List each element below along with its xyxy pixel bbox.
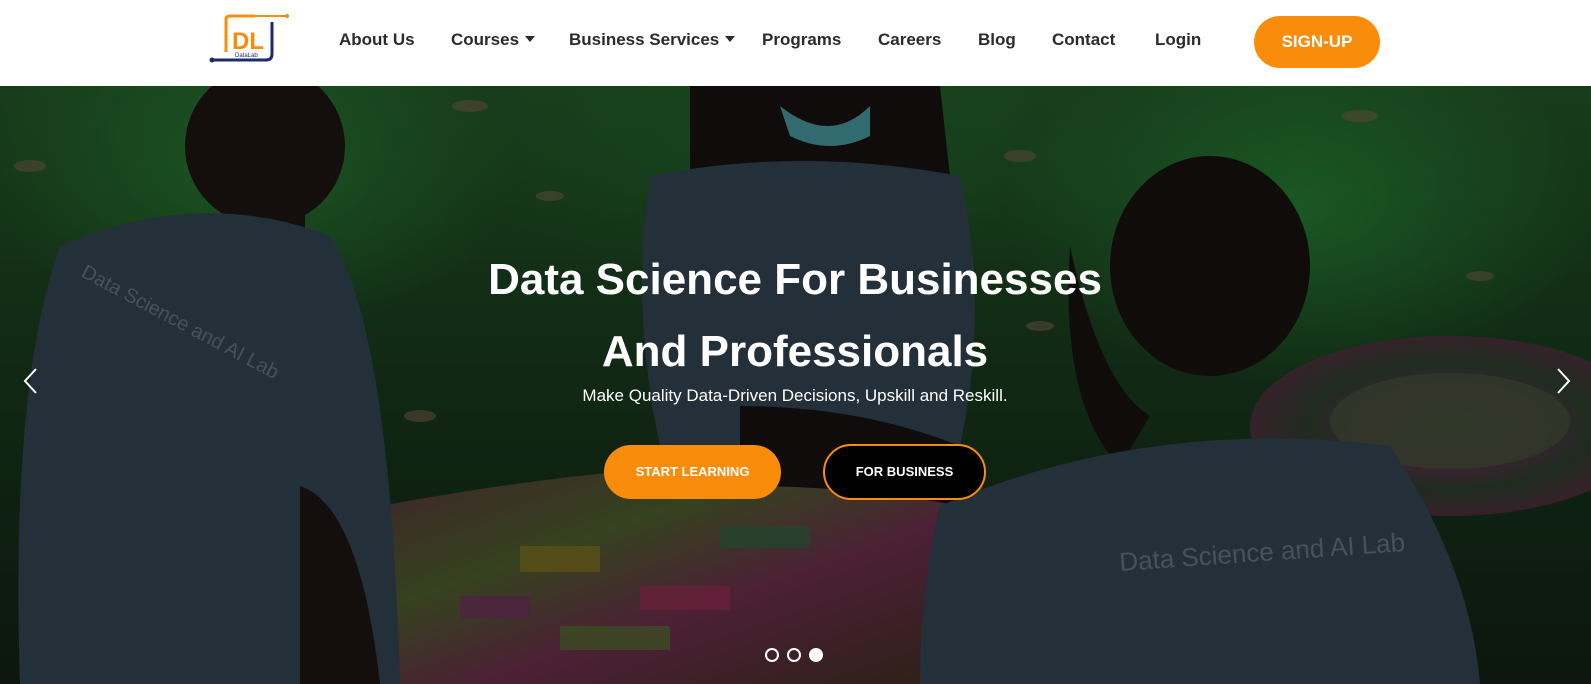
- nav-login[interactable]: Login: [1155, 28, 1201, 52]
- slide-dot-1[interactable]: [765, 648, 779, 662]
- slide-dot-3[interactable]: [809, 648, 823, 662]
- nav-business-services-label: Business Services: [569, 30, 720, 49]
- hero-subtitle: Make Quality Data-Driven Decisions, Upsk…: [582, 386, 1008, 405]
- for-business-button[interactable]: FOR BUSINESS: [823, 444, 986, 500]
- svg-text:DL: DL: [232, 28, 264, 55]
- nav-courses[interactable]: Courses: [451, 28, 536, 52]
- hero-title: Data Science For Businesses And Professi…: [395, 244, 1195, 388]
- site-logo[interactable]: DL DataLab: [208, 14, 290, 70]
- slider-pagination: [765, 648, 827, 664]
- slider-prev-button[interactable]: [20, 366, 42, 396]
- slider-next-button[interactable]: [1552, 366, 1574, 396]
- chevron-right-icon: [1557, 368, 1571, 394]
- hero-title-line-1: Data Science For Businesses: [488, 255, 1102, 304]
- chevron-left-icon: [23, 368, 37, 394]
- nav-about-us-label: About Us: [339, 30, 415, 49]
- caret-down-icon: [525, 35, 536, 42]
- slide-dot-2[interactable]: [787, 648, 801, 662]
- nav-blog-label: Blog: [978, 30, 1016, 49]
- nav-about-us[interactable]: About Us: [339, 28, 415, 52]
- hero-slider: Data Science and AI Lab Data Science and…: [0, 86, 1591, 684]
- hero-title-line-2: And Professionals: [601, 327, 989, 376]
- start-learning-button[interactable]: START LEARNING: [604, 445, 781, 499]
- nav-careers-label: Careers: [878, 30, 942, 49]
- caret-down-icon: [725, 35, 736, 42]
- nav-programs[interactable]: Programs: [762, 28, 841, 52]
- nav-contact[interactable]: Contact: [1052, 28, 1115, 52]
- site-header: DL DataLab About Us Courses Business Ser…: [0, 0, 1591, 86]
- nav-contact-label: Contact: [1052, 30, 1116, 49]
- nav-business-services[interactable]: Business Services: [569, 28, 736, 52]
- nav-programs-label: Programs: [762, 30, 842, 49]
- datalab-logo-icon: DL DataLab: [209, 14, 289, 63]
- nav-login-label: Login: [1155, 30, 1202, 49]
- nav-courses-label: Courses: [451, 30, 520, 49]
- nav-blog[interactable]: Blog: [978, 28, 1016, 52]
- signup-button[interactable]: SIGN-UP: [1254, 16, 1380, 68]
- svg-text:DataLab: DataLab: [235, 53, 258, 59]
- nav-careers[interactable]: Careers: [878, 28, 941, 52]
